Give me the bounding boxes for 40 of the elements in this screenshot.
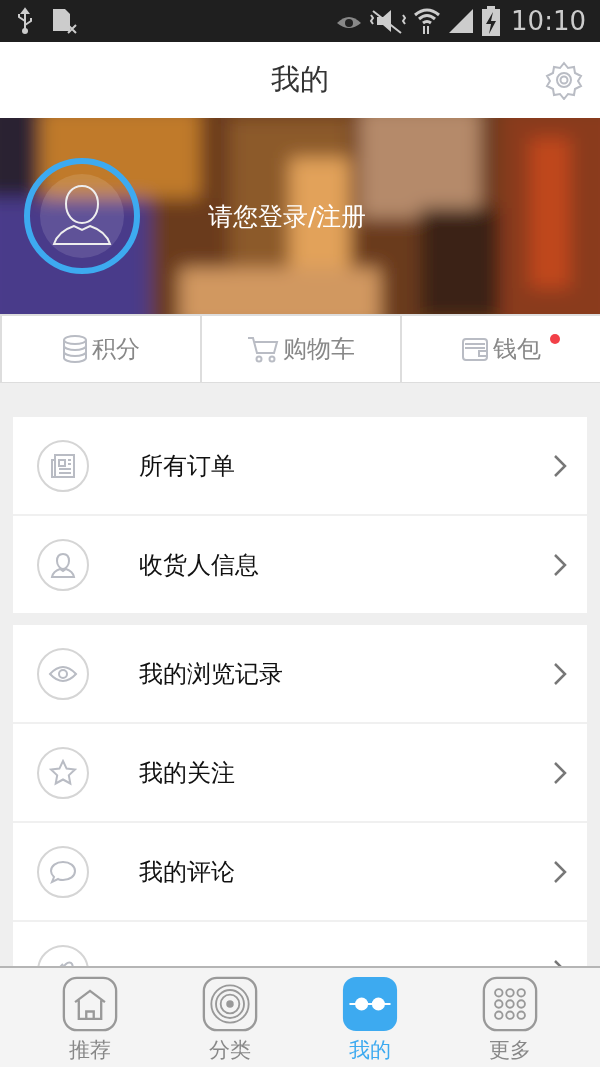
- quick-link[interactable]: 钱包: [400, 316, 600, 382]
- tab[interactable]: 分类: [175, 976, 285, 1064]
- house-icon: [62, 976, 118, 1032]
- grid-icon: [482, 976, 538, 1032]
- speech-bubble-icon: [37, 845, 89, 898]
- quick-link-label: 钱包: [493, 334, 541, 365]
- signal-icon: [447, 7, 476, 35]
- sim-card-icon: [50, 7, 78, 35]
- menu-item[interactable]: 我的浏览记录: [13, 625, 587, 722]
- tab[interactable]: 更多: [455, 976, 565, 1064]
- quick-link[interactable]: 购物车: [200, 316, 400, 382]
- wallet-icon: [461, 336, 489, 362]
- menu-label: 我的评论: [139, 856, 236, 888]
- avatar[interactable]: [24, 158, 140, 274]
- menu-item[interactable]: 所有订单: [13, 417, 587, 514]
- newspaper-icon: [37, 439, 89, 492]
- cart-icon: [247, 335, 279, 363]
- quick-link-label: 积分: [92, 334, 140, 365]
- menu-item[interactable]: 收货人信息: [13, 514, 587, 613]
- menu-label: 收货人信息: [139, 549, 260, 581]
- mute-icon: [369, 7, 408, 35]
- quick-link[interactable]: 积分: [0, 316, 200, 382]
- menu-item[interactable]: 我的评论: [13, 821, 587, 920]
- menu-label: 所有订单: [139, 450, 236, 482]
- coins-icon: [62, 335, 88, 363]
- menu-label: 我的浏览记录: [139, 658, 284, 690]
- glasses-icon: [342, 976, 398, 1032]
- quick-link-label: 购物车: [283, 334, 355, 365]
- tab[interactable]: 我的: [315, 976, 425, 1064]
- concentric-circles-icon: [202, 976, 258, 1032]
- eye-icon: [37, 647, 89, 700]
- battery-charging-icon: [481, 5, 502, 37]
- page-title: 我的: [271, 61, 329, 98]
- login-link[interactable]: 请您登录/注册: [208, 199, 367, 233]
- clock-time: 10:10: [511, 6, 586, 36]
- menu-item[interactable]: 我的关注: [13, 722, 587, 821]
- tab[interactable]: 推荐: [35, 976, 145, 1064]
- wifi-icon: [413, 6, 442, 36]
- menu-label: 我的关注: [139, 757, 236, 789]
- person-icon: [37, 538, 89, 591]
